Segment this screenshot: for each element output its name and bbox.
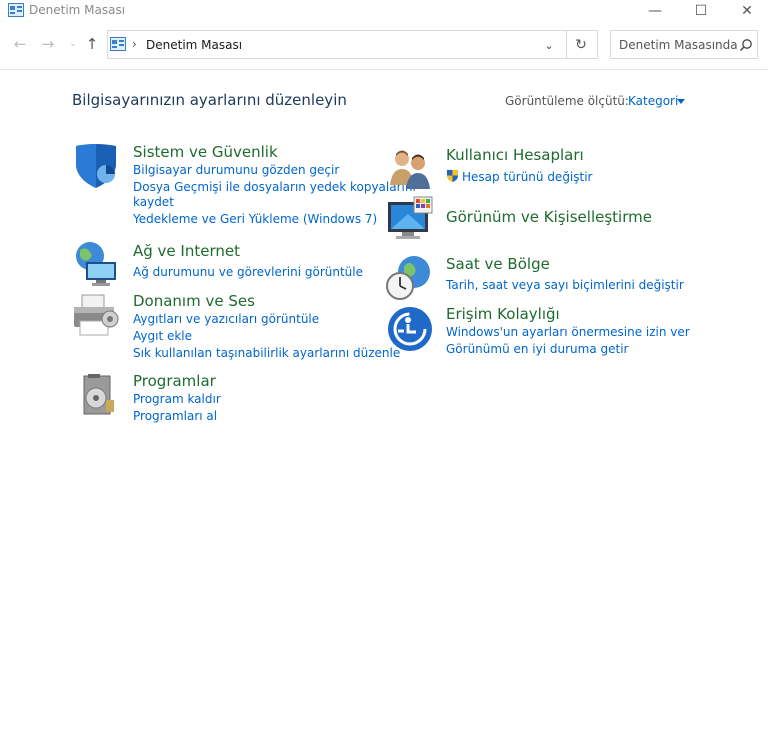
navigation-divider	[0, 69, 768, 70]
address-bar[interactable]: › Denetim Masası ⌄ ↻	[107, 30, 598, 59]
link-date-time-formats[interactable]: Tarih, saat veya sayı biçimlerini değişt…	[446, 278, 684, 292]
link-review-status[interactable]: Bilgisayar durumunu gözden geçir	[133, 163, 339, 177]
link-optimize-display[interactable]: Görünümü en iyi duruma getir	[446, 342, 628, 356]
link-uninstall-program[interactable]: Program kaldır	[133, 392, 221, 406]
category-title[interactable]: Kullanıcı Hesapları	[446, 146, 584, 164]
category-programs: Programlar Program kaldır Programları al	[72, 370, 382, 425]
breadcrumb-separator[interactable]: ›	[132, 37, 137, 51]
caret-down-icon[interactable]	[677, 99, 685, 104]
link-network-status[interactable]: Ağ durumunu ve görevlerini görüntüle	[133, 265, 363, 279]
category-title[interactable]: Programlar	[133, 372, 216, 390]
category-title[interactable]: Donanım ve Ses	[133, 292, 255, 310]
search-input[interactable]	[611, 31, 737, 58]
up-button[interactable]: ↑	[82, 34, 102, 54]
shield-icon[interactable]	[72, 142, 120, 190]
link-add-device[interactable]: Aygıt ekle	[133, 329, 192, 343]
users-icon[interactable]	[386, 145, 434, 193]
link-change-account-type[interactable]: Hesap türünü değiştir	[462, 170, 593, 184]
breadcrumb-item[interactable]: Denetim Masası	[146, 38, 242, 52]
category-user-accounts: Kullanıcı Hesapları Hesap türünü değişti…	[386, 145, 676, 190]
link-backup-restore[interactable]: Yedekleme ve Geri Yükleme (Windows 7)	[133, 212, 377, 226]
network-globe-icon[interactable]	[72, 240, 120, 288]
printer-icon[interactable]	[72, 291, 120, 339]
window-title: Denetim Masası	[29, 3, 126, 17]
category-title[interactable]: Erişim Kolaylığı	[446, 305, 560, 323]
monitor-palette-icon[interactable]	[386, 196, 434, 244]
minimize-button[interactable]: —	[632, 0, 678, 22]
category-title[interactable]: Görünüm ve Kişiselleştirme	[446, 208, 652, 226]
navigation-bar: ← → ⌄ ↑ › Denetim Masası ⌄ ↻	[0, 28, 768, 62]
close-button[interactable]: ✕	[724, 0, 768, 22]
forward-button[interactable]: →	[38, 34, 58, 54]
link-devices-printers[interactable]: Aygıtları ve yazıcıları görüntüle	[133, 312, 319, 326]
category-network-internet: Ağ ve Internet Ağ durumunu ve görevlerin…	[72, 240, 382, 288]
category-title[interactable]: Ağ ve Internet	[133, 242, 240, 260]
category-ease-of-access: Erişim Kolaylığı Windows'un ayarları öne…	[386, 305, 690, 357]
view-by-dropdown[interactable]: Kategori	[628, 94, 678, 108]
refresh-button[interactable]: ↻	[572, 36, 590, 54]
link-file-history[interactable]: Dosya Geçmişi ile dosyaların yedek kopya…	[133, 180, 416, 194]
search-box[interactable]	[610, 30, 758, 59]
title-bar: Denetim Masası — ☐ ✕	[0, 0, 768, 22]
control-panel-icon	[110, 37, 126, 51]
address-divider	[566, 31, 567, 58]
category-hardware-sound: Donanım ve Ses Aygıtları ve yazıcıları g…	[72, 291, 400, 361]
maximize-button[interactable]: ☐	[678, 0, 724, 22]
link-suggest-settings[interactable]: Windows'un ayarları önermesine izin ver	[446, 325, 690, 339]
ease-of-access-icon[interactable]	[386, 305, 434, 353]
view-by-label: Görüntüleme ölçütü:	[505, 94, 629, 108]
back-button[interactable]: ←	[10, 34, 30, 54]
clock-globe-icon[interactable]	[386, 254, 434, 302]
category-title[interactable]: Sistem ve Güvenlik	[133, 143, 278, 161]
category-title[interactable]: Saat ve Bölge	[446, 255, 550, 273]
recent-locations-button[interactable]: ⌄	[63, 34, 83, 54]
search-icon[interactable]	[739, 38, 753, 52]
category-appearance: Görünüm ve Kişiselleştirme	[386, 196, 676, 246]
link-get-programs[interactable]: Programları al	[133, 409, 217, 423]
control-panel-icon	[8, 3, 24, 17]
programs-disc-icon[interactable]	[72, 370, 120, 418]
address-dropdown-button[interactable]: ⌄	[541, 37, 557, 53]
page-title: Bilgisayarınızın ayarlarını düzenleyin	[72, 91, 347, 109]
category-clock-region: Saat ve Bölge Tarih, saat veya sayı biçi…	[386, 254, 684, 302]
link-mobility-settings[interactable]: Sık kullanılan taşınabilirlik ayarlarını…	[133, 346, 400, 360]
uac-shield-icon	[446, 169, 459, 182]
category-system-security: Sistem ve Güvenlik Bilgisayar durumunu g…	[72, 142, 416, 232]
link-file-history-save[interactable]: kaydet	[133, 195, 174, 209]
